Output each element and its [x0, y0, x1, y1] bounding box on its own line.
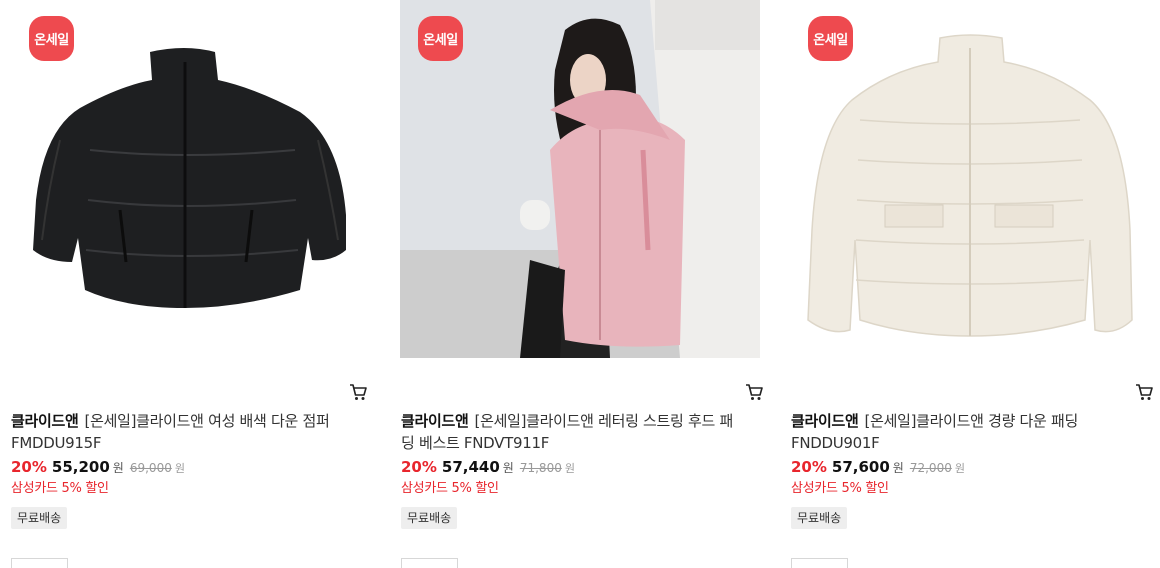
sale-badge: 온세일 — [808, 16, 853, 61]
free-shipping-tag: 무료배송 — [11, 507, 68, 529]
card-discount-text: 삼성카드 5% 할인 — [401, 481, 499, 496]
discount-rate: 20% — [791, 458, 827, 476]
price-row: 20% 57,600 원 72,000 원 — [791, 457, 965, 479]
brand-name: 클라이드앤 — [11, 412, 79, 430]
price-row: 20% 55,200 원 69,000 원 — [11, 457, 185, 479]
cart-icon[interactable] — [1135, 383, 1153, 401]
product-card[interactable]: 온세일 클라이드앤 [온세일]클라이드앤 여성 배색 다운 점퍼 FMDDU915… — [0, 0, 367, 568]
original-currency-label: 원 — [564, 462, 575, 475]
original-price: 72,000 — [909, 461, 952, 475]
card-discount-text: 삼성카드 5% 할인 — [11, 481, 109, 496]
product-card[interactable]: 온세일 클라이드앤 [온세일]클라이드앤 경량 다운 패딩 FNDDU901F 2… — [790, 0, 1153, 568]
sale-price: 55,200 — [51, 458, 110, 476]
original-price: 71,800 — [519, 461, 562, 475]
currency-label: 원 — [502, 461, 514, 475]
sale-price: 57,440 — [441, 458, 500, 476]
product-title[interactable]: 클라이드앤 [온세일]클라이드앤 여성 배색 다운 점퍼 FMDDU915F — [11, 410, 356, 454]
sale-badge: 온세일 — [29, 16, 74, 61]
sale-badge: 온세일 — [418, 16, 463, 61]
product-title[interactable]: 클라이드앤 [온세일]클라이드앤 경량 다운 패딩 FNDDU901F — [791, 410, 1136, 454]
original-currency-label: 원 — [954, 462, 965, 475]
free-shipping-tag: 무료배송 — [791, 507, 848, 529]
currency-label: 원 — [112, 461, 124, 475]
price-row: 20% 57,440 원 71,800 원 — [401, 457, 575, 479]
discount-rate: 20% — [401, 458, 437, 476]
product-image-ivory-jacket[interactable]: 온세일 — [790, 0, 1150, 358]
original-currency-label: 원 — [174, 462, 185, 475]
sale-price: 57,600 — [831, 458, 890, 476]
product-image-black-puffer[interactable]: 온세일 — [0, 0, 360, 358]
option-box[interactable] — [401, 558, 458, 568]
product-image-pink-vest[interactable]: 온세일 — [400, 0, 760, 358]
free-shipping-tag: 무료배송 — [401, 507, 458, 529]
cart-icon[interactable] — [349, 383, 367, 401]
option-box[interactable] — [11, 558, 68, 568]
discount-rate: 20% — [11, 458, 47, 476]
original-price: 69,000 — [129, 461, 172, 475]
brand-name: 클라이드앤 — [791, 412, 859, 430]
brand-name: 클라이드앤 — [401, 412, 469, 430]
cart-icon[interactable] — [745, 383, 763, 401]
option-box[interactable] — [791, 558, 848, 568]
currency-label: 원 — [892, 461, 904, 475]
product-title[interactable]: 클라이드앤 [온세일]클라이드앤 레터링 스트링 후드 패딩 베스트 FNDVT9… — [401, 410, 746, 454]
card-discount-text: 삼성카드 5% 할인 — [791, 481, 889, 496]
product-card[interactable]: 온세일 클라이드앤 [온세일]클라이드앤 레터링 스트링 후드 패딩 베스트 FN… — [400, 0, 763, 568]
